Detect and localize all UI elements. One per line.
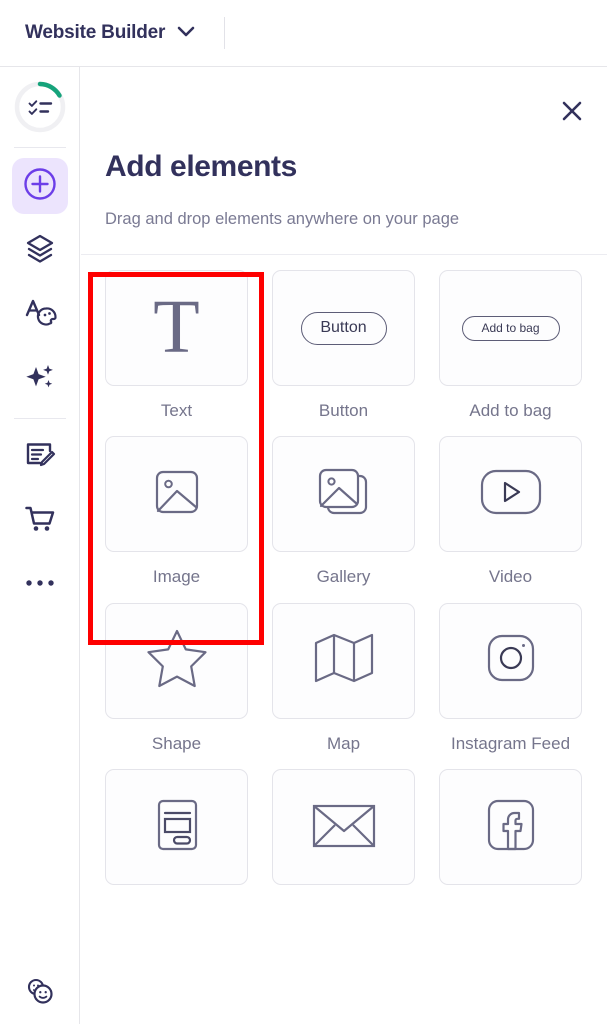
sidebar-item-layers[interactable] bbox=[12, 222, 68, 278]
chevron-down-icon[interactable] bbox=[177, 24, 195, 42]
element-tile[interactable] bbox=[439, 769, 582, 885]
element-card-video[interactable]: Video bbox=[439, 436, 582, 588]
instagram-camera-icon bbox=[482, 629, 540, 692]
image-icon bbox=[148, 463, 206, 526]
close-icon bbox=[561, 100, 583, 127]
element-tile[interactable] bbox=[272, 436, 415, 552]
page-subtitle: Drag and drop elements anywhere on your … bbox=[105, 210, 459, 229]
text-t-icon: T bbox=[153, 298, 199, 357]
element-card-gallery[interactable]: Gallery bbox=[272, 436, 415, 588]
text-palette-icon bbox=[23, 296, 57, 335]
element-tile[interactable] bbox=[439, 603, 582, 719]
element-label: Shape bbox=[112, 733, 242, 755]
sidebar-divider-top bbox=[14, 147, 66, 148]
facebook-icon bbox=[483, 797, 539, 858]
element-label: Instagram Feed bbox=[446, 733, 576, 755]
element-tile[interactable]: Button bbox=[272, 270, 415, 386]
star-shape-icon bbox=[144, 627, 210, 694]
sidebar-item-add-elements[interactable] bbox=[12, 158, 68, 214]
element-tile[interactable]: Add to bag bbox=[439, 270, 582, 386]
envelope-icon bbox=[310, 799, 378, 856]
ellipsis-icon bbox=[23, 576, 57, 594]
element-tile[interactable] bbox=[105, 436, 248, 552]
element-label: Video bbox=[446, 566, 576, 588]
element-label: Text bbox=[112, 400, 242, 422]
element-card-map[interactable]: Map bbox=[272, 603, 415, 755]
sidebar-divider-bottom bbox=[14, 418, 66, 419]
element-tile[interactable] bbox=[272, 603, 415, 719]
sidebar-item-more[interactable] bbox=[12, 557, 68, 613]
plus-circle-icon bbox=[23, 167, 57, 206]
element-card-text[interactable]: T Text bbox=[105, 270, 248, 422]
button-pill-icon: Button bbox=[301, 312, 387, 345]
element-tile[interactable] bbox=[105, 603, 248, 719]
element-card-instagram-feed[interactable]: Instagram Feed bbox=[439, 603, 582, 755]
top-bar: Website Builder bbox=[0, 0, 607, 67]
sidebar-item-store[interactable] bbox=[12, 493, 68, 549]
sparkles-icon bbox=[23, 361, 57, 400]
element-card-add-to-bag[interactable]: Add to bag Add to bag bbox=[439, 270, 582, 422]
element-card-email[interactable] bbox=[272, 769, 415, 899]
element-tile[interactable]: T bbox=[105, 270, 248, 386]
element-card-contact-form[interactable] bbox=[105, 769, 248, 899]
topbar-divider bbox=[224, 17, 225, 49]
element-label: Button bbox=[279, 400, 409, 422]
sidebar-item-design[interactable] bbox=[12, 287, 68, 343]
element-label: Gallery bbox=[279, 566, 409, 588]
element-tile[interactable] bbox=[105, 769, 248, 885]
elements-grid: T Text Button Button Add to bag Add to b… bbox=[105, 270, 583, 913]
video-play-icon bbox=[479, 467, 543, 522]
contact-form-icon bbox=[149, 796, 205, 859]
element-card-image[interactable]: Image bbox=[105, 436, 248, 588]
map-icon bbox=[312, 629, 376, 692]
smiley-faces-icon bbox=[23, 974, 57, 1013]
gallery-icon bbox=[313, 463, 375, 526]
sidebar-item-feedback[interactable] bbox=[12, 965, 68, 1021]
sidebar-item-setup-checklist[interactable] bbox=[12, 79, 68, 135]
add-elements-panel: Add elements Drag and drop elements anyw… bbox=[81, 67, 607, 1024]
app-title: Website Builder bbox=[25, 22, 165, 44]
close-panel-button[interactable] bbox=[552, 93, 592, 133]
blog-edit-icon bbox=[23, 438, 57, 477]
element-tile[interactable] bbox=[272, 769, 415, 885]
element-card-button[interactable]: Button Button bbox=[272, 270, 415, 422]
page-title: Add elements bbox=[105, 150, 297, 184]
panel-separator bbox=[81, 254, 607, 255]
shopping-cart-icon bbox=[23, 502, 57, 541]
sidebar-item-blog[interactable] bbox=[12, 429, 68, 485]
sidebar-item-ai-tools[interactable] bbox=[12, 352, 68, 408]
element-label: Map bbox=[279, 733, 409, 755]
checklist-progress-icon bbox=[14, 81, 66, 133]
element-card-facebook[interactable] bbox=[439, 769, 582, 899]
element-label: Add to bag bbox=[446, 400, 576, 422]
element-label: Image bbox=[112, 566, 242, 588]
add-to-bag-pill-icon: Add to bag bbox=[462, 316, 560, 341]
layers-icon bbox=[24, 232, 56, 269]
left-sidebar bbox=[0, 67, 80, 1024]
element-tile[interactable] bbox=[439, 436, 582, 552]
element-card-shape[interactable]: Shape bbox=[105, 603, 248, 755]
app-switcher[interactable]: Website Builder bbox=[25, 0, 195, 66]
